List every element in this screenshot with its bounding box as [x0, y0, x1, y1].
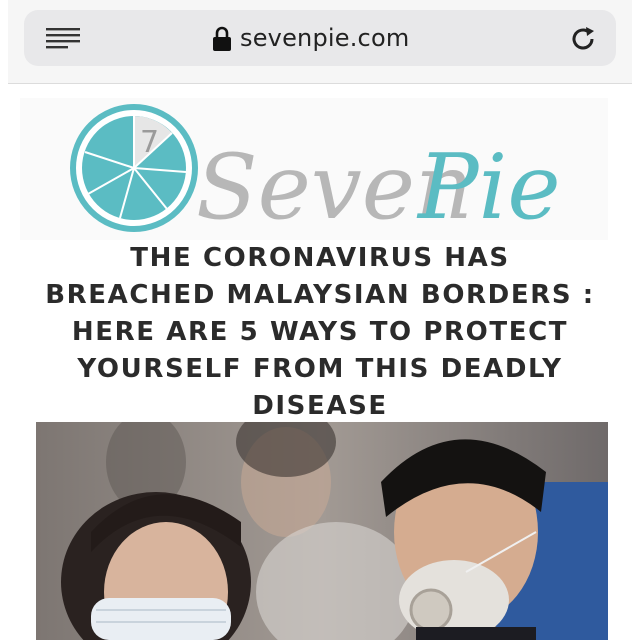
- site-logo[interactable]: 7 Seven Pie: [20, 98, 608, 240]
- headline-line: THE CORONAVIRUS HAS: [130, 243, 510, 273]
- article-headline[interactable]: THE CORONAVIRUS HAS BREACHED MALAYSIAN B…: [28, 240, 612, 420]
- headline-line: BREACHED MALAYSIAN BORDERS :: [45, 280, 595, 310]
- headline-line: YOURSELF FROM THIS DEADLY: [77, 354, 563, 384]
- address-bar[interactable]: sevenpie.com: [24, 10, 616, 66]
- masked-people-photo: [36, 422, 608, 640]
- browser-toolbar: sevenpie.com: [8, 0, 632, 84]
- logo-wordmark-pie: Pie: [416, 135, 560, 238]
- headline-line: DISEASE: [252, 391, 388, 420]
- article-hero-image[interactable]: [36, 422, 608, 640]
- badge-number: 7: [140, 125, 159, 160]
- pie-chart-badge-icon: 7: [70, 104, 198, 232]
- lock-icon: [213, 26, 231, 51]
- url-text[interactable]: sevenpie.com: [240, 24, 409, 52]
- reload-icon[interactable]: [568, 24, 598, 54]
- headline-line: HERE ARE 5 WAYS TO PROTECT: [71, 317, 569, 347]
- sevenpie-logo: 7 Seven Pie: [70, 104, 560, 238]
- hamburger-menu-icon[interactable]: [46, 27, 80, 51]
